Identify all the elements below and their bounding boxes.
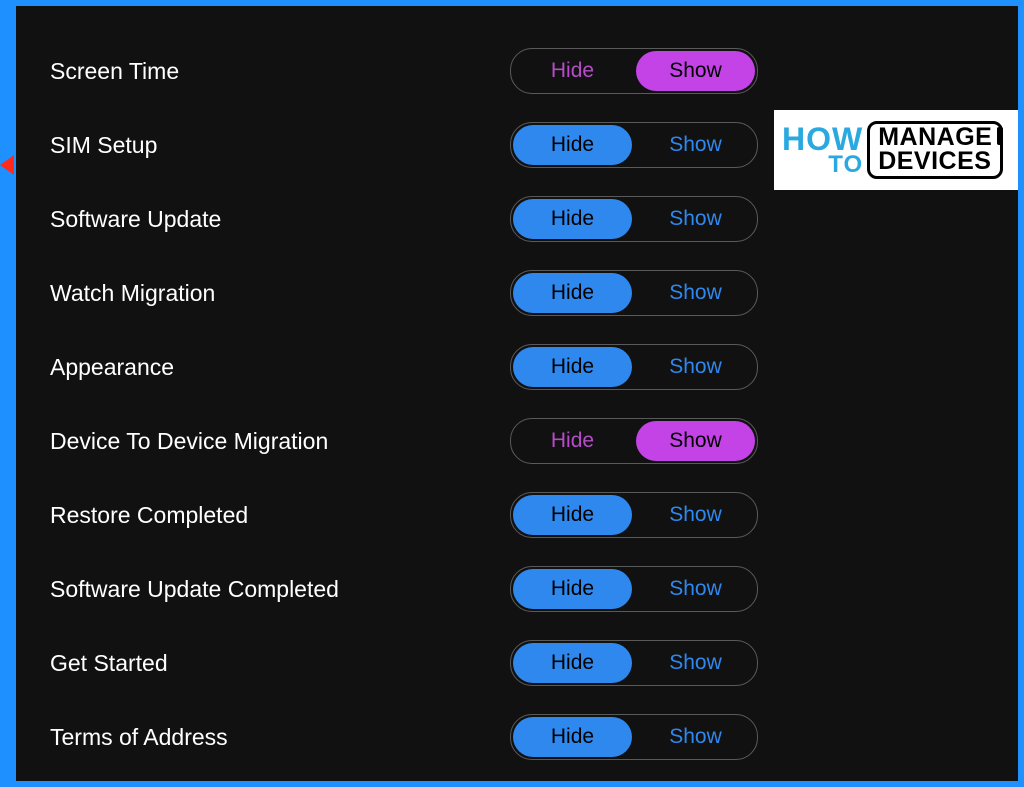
toggle-hide-option[interactable]: Hide [513, 125, 632, 165]
logo-notch-icon [997, 127, 1003, 145]
toggle-hide-option[interactable]: Hide [513, 421, 632, 461]
hide-show-toggle[interactable]: Hide Show [510, 640, 758, 686]
hide-show-toggle[interactable]: Hide Show [510, 492, 758, 538]
setting-label: Screen Time [50, 58, 510, 85]
setting-row: Get Started Hide Show [50, 626, 984, 700]
setting-label: Device To Device Migration [50, 428, 510, 455]
setting-row: Device To Device Migration Hide Show [50, 404, 984, 478]
toggle-hide-option[interactable]: Hide [513, 643, 632, 683]
setting-label: Watch Migration [50, 280, 510, 307]
toggle-hide-option[interactable]: Hide [513, 347, 632, 387]
setting-row: Screen Time Hide Show [50, 34, 984, 108]
setting-label: Terms of Address [50, 724, 510, 751]
hide-show-toggle[interactable]: Hide Show [510, 344, 758, 390]
setting-label: Get Started [50, 650, 510, 677]
setting-row: Restore Completed Hide Show [50, 478, 984, 552]
edge-arrow-icon [0, 155, 14, 175]
setting-row: Appearance Hide Show [50, 330, 984, 404]
toggle-hide-option[interactable]: Hide [513, 51, 632, 91]
hide-show-toggle[interactable]: Hide Show [510, 418, 758, 464]
how-to-manage-devices-logo: HOW TO MANAGE DEVICES [774, 110, 1018, 190]
toggle-show-option[interactable]: Show [636, 347, 755, 387]
toggle-show-option[interactable]: Show [636, 199, 755, 239]
hide-show-toggle[interactable]: Hide Show [510, 48, 758, 94]
toggle-hide-option[interactable]: Hide [513, 717, 632, 757]
toggle-show-option[interactable]: Show [636, 273, 755, 313]
toggle-show-option[interactable]: Show [636, 125, 755, 165]
setting-label: Software Update [50, 206, 510, 233]
toggle-show-option[interactable]: Show [636, 495, 755, 535]
toggle-hide-option[interactable]: Hide [513, 569, 632, 609]
toggle-show-option[interactable]: Show [636, 421, 755, 461]
setting-label: SIM Setup [50, 132, 510, 159]
setting-row: Software Update Hide Show [50, 182, 984, 256]
toggle-show-option[interactable]: Show [636, 717, 755, 757]
setting-row: Software Update Completed Hide Show [50, 552, 984, 626]
logo-text-to: TO [828, 154, 863, 176]
hide-show-toggle[interactable]: Hide Show [510, 566, 758, 612]
hide-show-toggle[interactable]: Hide Show [510, 714, 758, 760]
toggle-show-option[interactable]: Show [636, 643, 755, 683]
hide-show-toggle[interactable]: Hide Show [510, 270, 758, 316]
setting-label: Restore Completed [50, 502, 510, 529]
setting-row: Terms of Address Hide Show [50, 700, 984, 774]
logo-text-how: HOW [782, 125, 863, 154]
toggle-hide-option[interactable]: Hide [513, 273, 632, 313]
toggle-hide-option[interactable]: Hide [513, 495, 632, 535]
setting-row: Watch Migration Hide Show [50, 256, 984, 330]
setting-label: Software Update Completed [50, 576, 510, 603]
logo-text-devices: DEVICES [878, 150, 992, 174]
setting-label: Appearance [50, 354, 510, 381]
hide-show-toggle[interactable]: Hide Show [510, 196, 758, 242]
toggle-show-option[interactable]: Show [636, 51, 755, 91]
hide-show-toggle[interactable]: Hide Show [510, 122, 758, 168]
toggle-show-option[interactable]: Show [636, 569, 755, 609]
toggle-hide-option[interactable]: Hide [513, 199, 632, 239]
